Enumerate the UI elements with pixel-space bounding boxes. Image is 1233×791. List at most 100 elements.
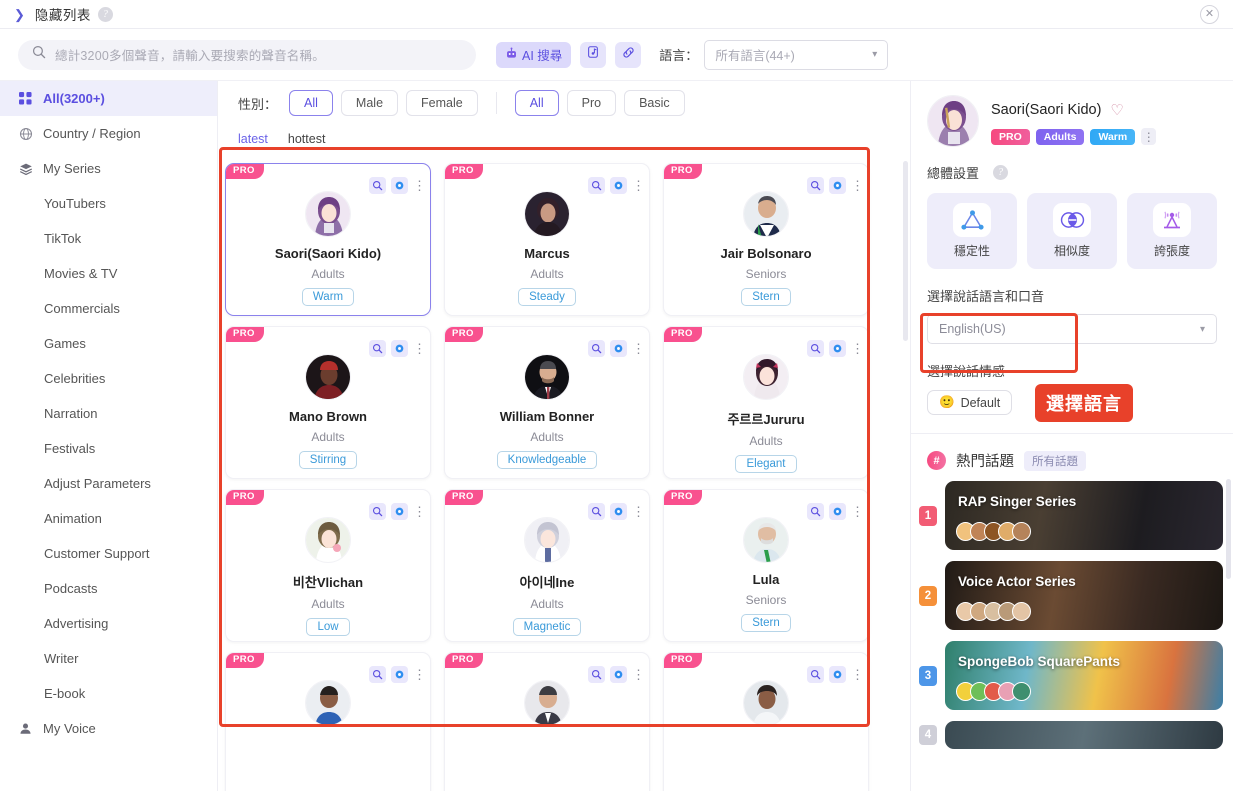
- more-options-icon[interactable]: ⋮: [851, 342, 864, 355]
- sidebar-item-podcasts[interactable]: Podcasts: [0, 571, 217, 606]
- preview-search-icon[interactable]: [807, 177, 824, 194]
- heart-icon[interactable]: ♡: [1110, 101, 1123, 119]
- emotion-chip-default[interactable]: 🙂 Default: [927, 390, 1013, 415]
- voice-card-marcus[interactable]: PRO ⋮ Marcus Adults Steady: [444, 163, 650, 316]
- language-filter-select[interactable]: 所有語言(44+) ▾: [704, 39, 889, 70]
- more-options-icon[interactable]: ⋮: [632, 668, 645, 681]
- settings-gear-icon[interactable]: [610, 503, 627, 520]
- preview-search-icon[interactable]: [588, 503, 605, 520]
- topic-card-rap-singer-series[interactable]: RAP Singer Series: [945, 481, 1223, 550]
- settings-gear-icon[interactable]: [391, 503, 408, 520]
- voice-card-lula[interactable]: PRO ⋮ Lula Seniors Stern: [663, 489, 869, 642]
- more-options-icon[interactable]: ⋮: [851, 505, 864, 518]
- gender-filter-female[interactable]: Female: [406, 90, 478, 116]
- tier-filter-pro[interactable]: Pro: [566, 90, 617, 116]
- sidebar-item-celebrities[interactable]: Celebrities: [0, 361, 217, 396]
- all-topics-button[interactable]: 所有話題: [1024, 450, 1086, 471]
- gender-filter-male[interactable]: Male: [340, 90, 399, 116]
- sidebar-item-festivals[interactable]: Festivals: [0, 431, 217, 466]
- help-icon[interactable]: ?: [97, 6, 113, 22]
- topics-scrollbar[interactable]: [1226, 479, 1231, 579]
- sidebar-item-movies-tv[interactable]: Movies & TV: [0, 256, 217, 291]
- tier-filter-all[interactable]: All: [514, 90, 559, 116]
- preview-search-icon[interactable]: [588, 177, 605, 194]
- sidebar-item-my-voice[interactable]: My Voice: [0, 711, 217, 746]
- preview-search-icon[interactable]: [369, 503, 386, 520]
- more-options-icon[interactable]: ⋮: [851, 179, 864, 192]
- voice-card-partial-2[interactable]: PRO ⋮: [444, 652, 650, 791]
- settings-gear-icon[interactable]: [829, 666, 846, 683]
- preview-search-icon[interactable]: [588, 340, 605, 357]
- sidebar-item-adjust-parameters[interactable]: Adjust Parameters: [0, 466, 217, 501]
- sidebar-item-commercials[interactable]: Commercials: [0, 291, 217, 326]
- voice-card-william-bonner[interactable]: PRO ⋮ William Bonner Adults Knowledgeabl…: [444, 326, 650, 479]
- more-options-icon[interactable]: ⋮: [632, 342, 645, 355]
- setting-card-similarity[interactable]: 相似度: [1027, 193, 1117, 269]
- more-options-icon[interactable]: ⋮: [413, 505, 426, 518]
- more-options-icon[interactable]: ⋮: [413, 668, 426, 681]
- sidebar-item-all[interactable]: All(3200+): [0, 81, 217, 116]
- preview-search-icon[interactable]: [807, 666, 824, 683]
- more-options-icon[interactable]: ⋮: [632, 179, 645, 192]
- sidebar-item-tiktok[interactable]: TikTok: [0, 221, 217, 256]
- more-options-icon[interactable]: ⋮: [851, 668, 864, 681]
- settings-gear-icon[interactable]: [610, 340, 627, 357]
- preview-search-icon[interactable]: [369, 340, 386, 357]
- preview-search-icon[interactable]: [807, 340, 824, 357]
- preview-search-icon[interactable]: [369, 666, 386, 683]
- voice-card-mano-brown[interactable]: PRO ⋮ Mano Brown Adults Stirring: [225, 326, 431, 479]
- search-input[interactable]: 總計3200多個聲音，請輸入要搜索的聲音名稱。: [18, 39, 476, 70]
- topic-card-spongebob-squarepants[interactable]: SpongeBob SquarePants: [945, 641, 1223, 710]
- voice-card-vlichan[interactable]: PRO ⋮ 비찬Vlichan Adults Low: [225, 489, 431, 642]
- voice-card-jururu[interactable]: PRO ⋮ 주르르Jururu Adults Elegant: [663, 326, 869, 479]
- settings-gear-icon[interactable]: [391, 177, 408, 194]
- preview-search-icon[interactable]: [807, 503, 824, 520]
- tab-hottest[interactable]: hottest: [288, 132, 326, 146]
- settings-gear-icon[interactable]: [829, 177, 846, 194]
- ai-search-button[interactable]: AI 搜尋: [496, 41, 572, 68]
- more-options-icon[interactable]: ⋮: [1141, 128, 1157, 145]
- sidebar-item-my-series[interactable]: My Series: [0, 151, 217, 186]
- sidebar-item-narration[interactable]: Narration: [0, 396, 217, 431]
- sidebar-item-games[interactable]: Games: [0, 326, 217, 361]
- help-icon[interactable]: ?: [993, 165, 1009, 180]
- voice-card-saori[interactable]: PRO ⋮ Saori(Saori Kido) Adults Warm: [225, 163, 431, 316]
- setting-card-exaggeration[interactable]: 誇張度: [1127, 193, 1217, 269]
- link-button[interactable]: [615, 41, 642, 68]
- voice-card-jair-bolsonaro[interactable]: PRO ⋮ Jair Bolsonaro Seniors Stern: [663, 163, 869, 316]
- sidebar-item-ebook[interactable]: E-book: [0, 676, 217, 711]
- settings-gear-icon[interactable]: [391, 666, 408, 683]
- music-note-button[interactable]: [580, 41, 607, 68]
- sidebar-item-writer[interactable]: Writer: [0, 641, 217, 676]
- settings-gear-icon[interactable]: [391, 340, 408, 357]
- sidebar-item-youtubers[interactable]: YouTubers: [0, 186, 217, 221]
- preview-search-icon[interactable]: [588, 666, 605, 683]
- more-options-icon[interactable]: ⋮: [632, 505, 645, 518]
- topic-card-voice-actor-series[interactable]: Voice Actor Series: [945, 561, 1223, 630]
- gender-filter-all[interactable]: All: [289, 90, 333, 116]
- close-icon[interactable]: ✕: [1200, 5, 1219, 24]
- expand-chevron-icon[interactable]: ❯: [14, 8, 25, 21]
- sidebar-item-advertising[interactable]: Advertising: [0, 606, 217, 641]
- sidebar-item-country-region[interactable]: Country / Region: [0, 116, 217, 151]
- voice-card-partial-3[interactable]: PRO ⋮: [663, 652, 869, 791]
- sidebar-item-label: All(3200+): [43, 91, 105, 106]
- sidebar-item-animation[interactable]: Animation: [0, 501, 217, 536]
- voice-grid: PRO ⋮ Saori(Saori Kido) Adults Warm PRO: [218, 157, 910, 791]
- tab-latest[interactable]: latest: [238, 132, 268, 146]
- topic-card-partial[interactable]: [945, 721, 1223, 749]
- more-options-icon[interactable]: ⋮: [413, 179, 426, 192]
- voice-card-partial-1[interactable]: PRO ⋮: [225, 652, 431, 791]
- settings-gear-icon[interactable]: [610, 666, 627, 683]
- language-select[interactable]: English(US) ▾: [927, 314, 1217, 344]
- tier-filter-basic[interactable]: Basic: [624, 90, 685, 116]
- settings-gear-icon[interactable]: [829, 503, 846, 520]
- main-scrollbar[interactable]: [903, 161, 908, 341]
- settings-gear-icon[interactable]: [829, 340, 846, 357]
- settings-gear-icon[interactable]: [610, 177, 627, 194]
- more-options-icon[interactable]: ⋮: [413, 342, 426, 355]
- setting-card-stability[interactable]: 穩定性: [927, 193, 1017, 269]
- voice-card-ine[interactable]: PRO ⋮ 아이네Ine Adults Magnetic: [444, 489, 650, 642]
- preview-search-icon[interactable]: [369, 177, 386, 194]
- sidebar-item-customer-support[interactable]: Customer Support: [0, 536, 217, 571]
